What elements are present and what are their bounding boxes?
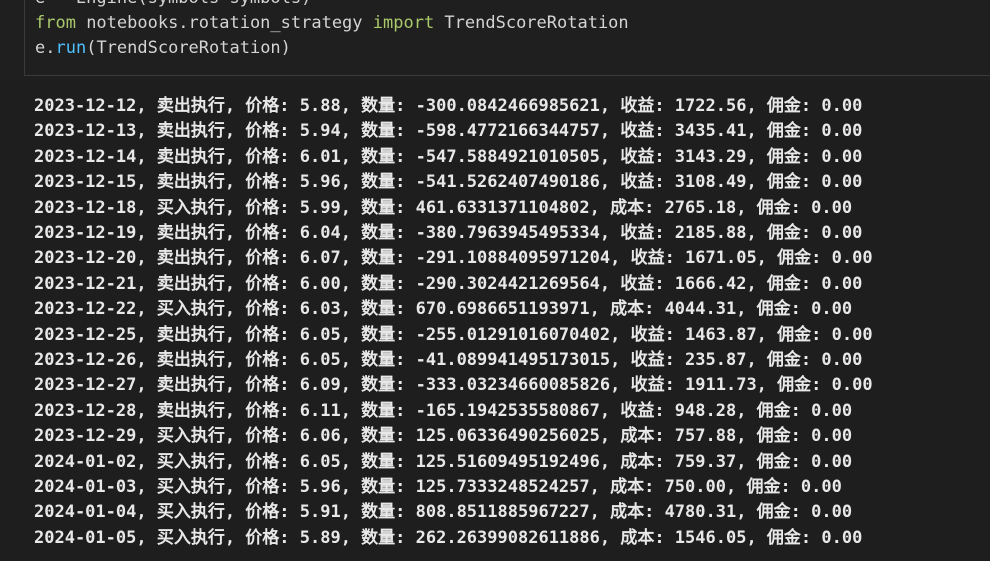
output-line: 2023-12-19, 卖出执行, 价格: 6.04, 数量: -380.796… xyxy=(34,223,863,243)
code-token: notebooks.rotation_strategy xyxy=(75,13,373,33)
output-line: 2023-12-21, 卖出执行, 价格: 6.00, 数量: -290.302… xyxy=(34,273,863,294)
code-token: TrendScoreRotation xyxy=(434,13,629,33)
code-token: import xyxy=(372,13,435,33)
code-line-2[interactable]: from notebooks.rotation_strategy import … xyxy=(35,10,629,36)
output-line: 2023-12-28, 卖出执行, 价格: 6.11, 数量: -165.194… xyxy=(34,400,853,421)
output-line: 2023-12-26, 卖出执行, 价格: 6.05, 数量: -41.0899… xyxy=(34,350,863,370)
output-line: 2023-12-12, 卖出执行, 价格: 5.88, 数量: -300.084… xyxy=(34,96,863,116)
output-line: 2024-01-05, 买入执行, 价格: 5.89, 数量: 262.2639… xyxy=(34,527,863,548)
code-token: run xyxy=(55,38,87,58)
output-line: 2024-01-02, 买入执行, 价格: 6.05, 数量: 125.5160… xyxy=(34,451,853,472)
code-editor[interactable]: e = Engine(symbols=symbols) from noteboo… xyxy=(24,0,990,76)
code-token: e = Engine(symbols=symbols) xyxy=(35,0,311,8)
output-line: 2023-12-29, 买入执行, 价格: 6.06, 数量: 125.0633… xyxy=(34,426,853,447)
code-line-3[interactable]: e.run(TrendScoreRotation) xyxy=(35,35,291,61)
code-cell[interactable]: e = Engine(symbols=symbols) from noteboo… xyxy=(0,0,990,80)
code-token: e. xyxy=(35,38,56,58)
output-line: 2023-12-14, 卖出执行, 价格: 6.01, 数量: -547.588… xyxy=(34,146,863,167)
output-line: 2023-12-22, 买入执行, 价格: 6.03, 数量: 670.6986… xyxy=(34,299,853,320)
cell-output: 2023-12-12, 卖出执行, 价格: 5.88, 数量: -300.084… xyxy=(0,80,990,561)
output-line: 2024-01-04, 买入执行, 价格: 5.91, 数量: 808.8511… xyxy=(34,502,853,523)
output-line: 2023-12-13, 卖出执行, 价格: 5.94, 数量: -598.477… xyxy=(34,121,863,142)
code-token: (TrendScoreRotation) xyxy=(86,38,291,58)
code-token: from xyxy=(35,13,76,33)
output-line: 2023-12-18, 买入执行, 价格: 5.99, 数量: 461.6331… xyxy=(34,197,853,218)
output-line: 2024-01-03, 买入执行, 价格: 5.96, 数量: 125.7333… xyxy=(34,477,842,497)
output-line: 2023-12-25, 卖出执行, 价格: 6.05, 数量: -255.012… xyxy=(34,324,873,345)
output-line: 2023-12-20, 卖出执行, 价格: 6.07, 数量: -291.108… xyxy=(34,248,873,269)
output-line: 2023-12-27, 卖出执行, 价格: 6.09, 数量: -333.032… xyxy=(34,375,873,396)
output-line: 2023-12-15, 卖出执行, 价格: 5.96, 数量: -541.526… xyxy=(34,172,863,193)
